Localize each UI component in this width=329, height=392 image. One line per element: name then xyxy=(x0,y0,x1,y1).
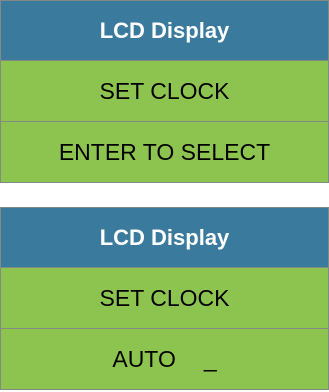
lcd-line-2: ENTER TO SELECT xyxy=(0,121,329,183)
lcd-panel-1: LCD Display SET CLOCK ENTER TO SELECT xyxy=(0,0,329,183)
lcd-cursor: _ xyxy=(203,345,217,372)
lcd-line-1: SET CLOCK xyxy=(0,60,329,122)
lcd-panel-2: LCD Display SET CLOCK AUTO _ xyxy=(0,207,329,390)
lcd-line-2: AUTO _ xyxy=(0,328,329,390)
lcd-header: LCD Display xyxy=(0,0,329,61)
lcd-diagram: { "panels": [ { "header": "LCD Display",… xyxy=(0,0,329,392)
lcd-header: LCD Display xyxy=(0,207,329,268)
lcd-line-1: SET CLOCK xyxy=(0,267,329,329)
lcd-line-2-text: AUTO xyxy=(112,345,176,372)
